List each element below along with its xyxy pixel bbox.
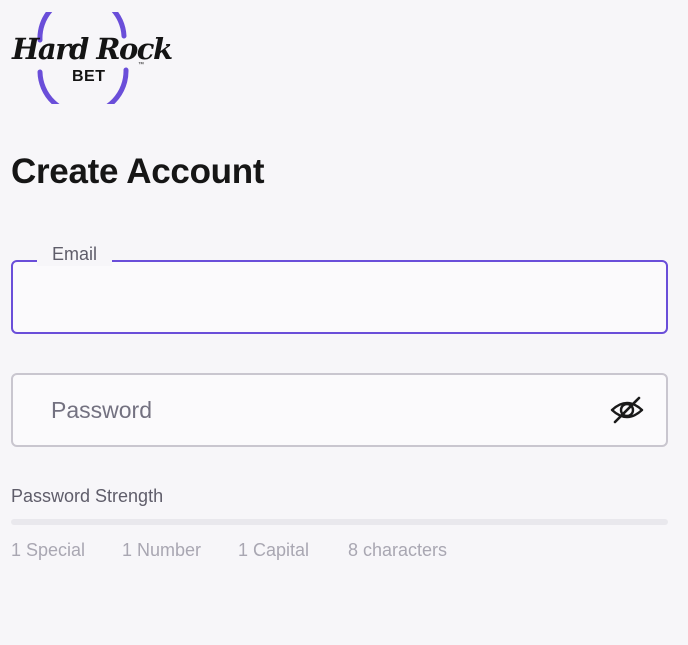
password-requirements: 1 Special 1 Number 1 Capital 8 character…: [0, 540, 688, 564]
requirement-capital: 1 Capital: [238, 540, 310, 560]
page-title: Create Account: [11, 152, 265, 191]
password-strength-bar: [11, 519, 668, 525]
hard-rock-bet-logo: Hard Rock BET ™: [10, 12, 173, 104]
email-field[interactable]: Email: [11, 242, 668, 334]
password-field[interactable]: [11, 373, 668, 447]
logo-trademark: ™: [138, 62, 144, 68]
eye-slash-icon[interactable]: [610, 395, 644, 425]
logo-sub-wordmark: BET: [72, 68, 106, 85]
logo-wordmark: Hard Rock: [12, 32, 173, 66]
requirement-number: 1 Number: [122, 540, 202, 560]
password-strength-label: Password Strength: [11, 486, 164, 506]
password-input[interactable]: [13, 375, 666, 445]
requirement-length: 8 characters: [348, 540, 448, 560]
email-input[interactable]: [13, 262, 666, 332]
requirement-special: 1 Special: [11, 540, 86, 560]
